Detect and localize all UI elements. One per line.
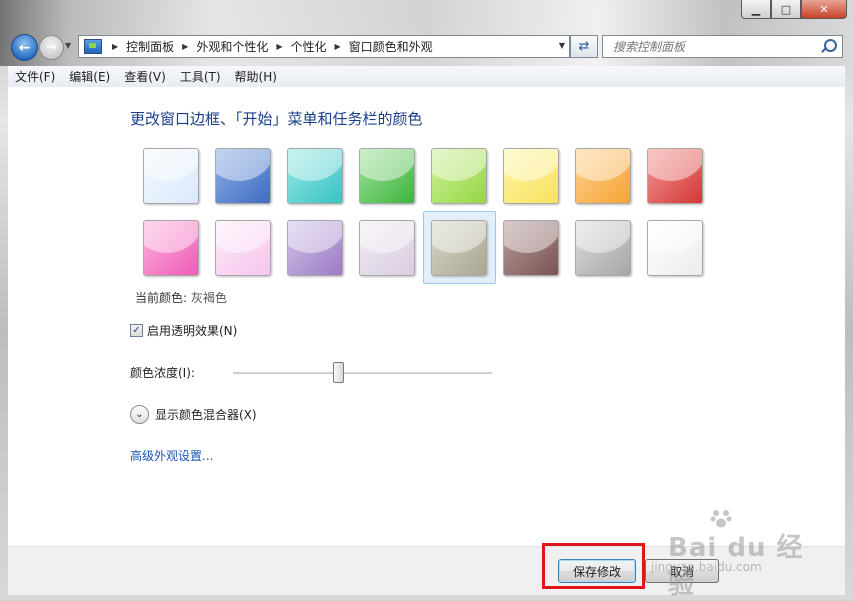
- swatch-gloss: [288, 221, 342, 253]
- refresh-icon[interactable]: ⇄: [570, 35, 598, 58]
- color-swatch-fuchsia[interactable]: [143, 220, 199, 276]
- color-swatch-frost[interactable]: [647, 220, 703, 276]
- swatch-tile: [143, 220, 199, 276]
- swatch-gloss: [648, 149, 702, 181]
- swatch-tile: [359, 148, 415, 204]
- swatch-gloss: [504, 149, 558, 181]
- swatch-gloss: [576, 221, 630, 253]
- breadcrumb-item-window-color[interactable]: 窗口颜色和外观: [349, 38, 433, 55]
- transparency-checkbox[interactable]: ✓: [130, 324, 143, 337]
- swatch-gloss: [144, 149, 198, 181]
- color-swatch-ruby[interactable]: [647, 148, 703, 204]
- swatch-gloss: [288, 149, 342, 181]
- close-button[interactable]: ✕: [801, 0, 847, 19]
- control-panel-icon: [84, 39, 102, 54]
- swatch-tile: [431, 148, 487, 204]
- swatch-tile: [503, 220, 559, 276]
- swatch-tile: [503, 148, 559, 204]
- breadcrumb-item-control-panel[interactable]: 控制面板: [126, 38, 174, 55]
- breadcrumb-item-appearance[interactable]: 外观和个性化: [196, 38, 268, 55]
- swatch-gloss: [360, 149, 414, 181]
- swatch-tile: [575, 220, 631, 276]
- content-area: 更改窗口边框、「开始」菜单和任务栏的颜色 当前颜色: 灰褐色 ✓ 启用透明效果(…: [8, 87, 845, 546]
- swatch-tile: [575, 148, 631, 204]
- swatch-tile: [647, 220, 703, 276]
- menu-file[interactable]: 文件(F): [8, 68, 62, 85]
- color-swatch-pumpkin[interactable]: [575, 148, 631, 204]
- back-arrow-icon[interactable]: ←: [11, 34, 38, 61]
- color-mixer-toggle[interactable]: ⌄ 显示颜色混合器(X): [130, 405, 257, 424]
- highlight-annotation-box: [542, 543, 645, 589]
- color-swatch-sky[interactable]: [143, 148, 199, 204]
- chevron-right-icon[interactable]: ▶: [335, 42, 341, 51]
- swatch-tile: [431, 220, 487, 276]
- intensity-label: 颜色浓度(I):: [130, 366, 195, 380]
- intensity-slider-track[interactable]: [233, 372, 492, 375]
- swatch-tile: [215, 148, 271, 204]
- breadcrumb: ▶ 控制面板 ▶ 外观和个性化 ▶ 个性化 ▶ 窗口颜色和外观: [108, 38, 433, 55]
- chevron-right-icon[interactable]: ▶: [112, 42, 118, 51]
- menu-view[interactable]: 查看(V): [117, 68, 173, 85]
- swatch-gloss: [360, 221, 414, 253]
- swatch-tile: [215, 220, 271, 276]
- color-swatch-violet[interactable]: [287, 220, 343, 276]
- chevron-right-icon[interactable]: ▶: [182, 42, 188, 51]
- swatch-gloss: [432, 221, 486, 253]
- swatch-tile: [647, 148, 703, 204]
- chevron-down-icon[interactable]: ⌄: [130, 405, 149, 424]
- breadcrumb-item-personalization[interactable]: 个性化: [291, 38, 327, 55]
- baidu-watermark: Bai du 经验 jingyan.baidu.com: [648, 505, 828, 600]
- color-swatch-sea[interactable]: [287, 148, 343, 204]
- color-swatch-lime[interactable]: [431, 148, 487, 204]
- watermark-subtext: jingyan.baidu.com: [651, 560, 762, 574]
- search-icon[interactable]: [824, 39, 837, 52]
- address-dropdown-icon[interactable]: ▼: [559, 41, 565, 50]
- color-mixer-label[interactable]: 显示颜色混合器(X): [155, 406, 257, 423]
- color-swatch-taupe[interactable]: [431, 220, 487, 276]
- advanced-appearance-link[interactable]: 高级外观设置...: [130, 447, 213, 464]
- menu-tools[interactable]: 工具(T): [173, 68, 228, 85]
- swatch-tile: [287, 148, 343, 204]
- page-title: 更改窗口边框、「开始」菜单和任务栏的颜色: [130, 110, 423, 128]
- swatch-tile: [143, 148, 199, 204]
- swatch-gloss: [648, 221, 702, 253]
- swatch-gloss: [576, 149, 630, 181]
- menu-edit[interactable]: 编辑(E): [62, 68, 117, 85]
- swatch-gloss: [432, 149, 486, 181]
- history-dropdown-icon[interactable]: ▼: [65, 41, 71, 50]
- menu-help[interactable]: 帮助(H): [228, 68, 284, 85]
- paw-logo-icon: [710, 510, 732, 528]
- transparency-label: 启用透明效果(N): [147, 324, 238, 338]
- navigation-bar: ← → ▼ ▶ 控制面板 ▶ 外观和个性化 ▶ 个性化 ▶ 窗口颜色和外观 ▼ …: [0, 33, 853, 61]
- minimize-button[interactable]: ▁: [741, 0, 771, 19]
- color-swatch-leaf[interactable]: [359, 148, 415, 204]
- color-swatch-slate[interactable]: [575, 220, 631, 276]
- color-swatch-lavender[interactable]: [359, 220, 415, 276]
- search-input[interactable]: [611, 36, 815, 57]
- swatch-gloss: [216, 221, 270, 253]
- chevron-right-icon[interactable]: ▶: [276, 42, 282, 51]
- color-swatch-blush[interactable]: [215, 220, 271, 276]
- color-swatch-lemon[interactable]: [503, 148, 559, 204]
- swatch-gloss: [144, 221, 198, 253]
- forward-arrow-icon[interactable]: →: [39, 35, 64, 60]
- color-swatch-chocolate[interactable]: [503, 220, 559, 276]
- caption-buttons: ▁ □ ✕: [741, 0, 847, 20]
- swatch-tile: [287, 220, 343, 276]
- transparency-row: ✓ 启用透明效果(N): [130, 322, 237, 339]
- color-swatch-twilight[interactable]: [215, 148, 271, 204]
- address-bar[interactable]: ▶ 控制面板 ▶ 外观和个性化 ▶ 个性化 ▶ 窗口颜色和外观 ▼: [78, 35, 570, 58]
- search-box[interactable]: [602, 35, 843, 58]
- menu-bar: 文件(F) 编辑(E) 查看(V) 工具(T) 帮助(H): [8, 66, 845, 88]
- swatch-gloss: [504, 221, 558, 253]
- maximize-button[interactable]: □: [771, 0, 801, 19]
- current-color-text: 当前颜色: 灰褐色: [135, 289, 227, 306]
- current-color-label: 当前颜色:: [135, 291, 188, 305]
- swatch-tile: [359, 220, 415, 276]
- swatch-gloss: [216, 149, 270, 181]
- intensity-slider-thumb[interactable]: [333, 362, 344, 383]
- current-color-value: 灰褐色: [190, 291, 227, 305]
